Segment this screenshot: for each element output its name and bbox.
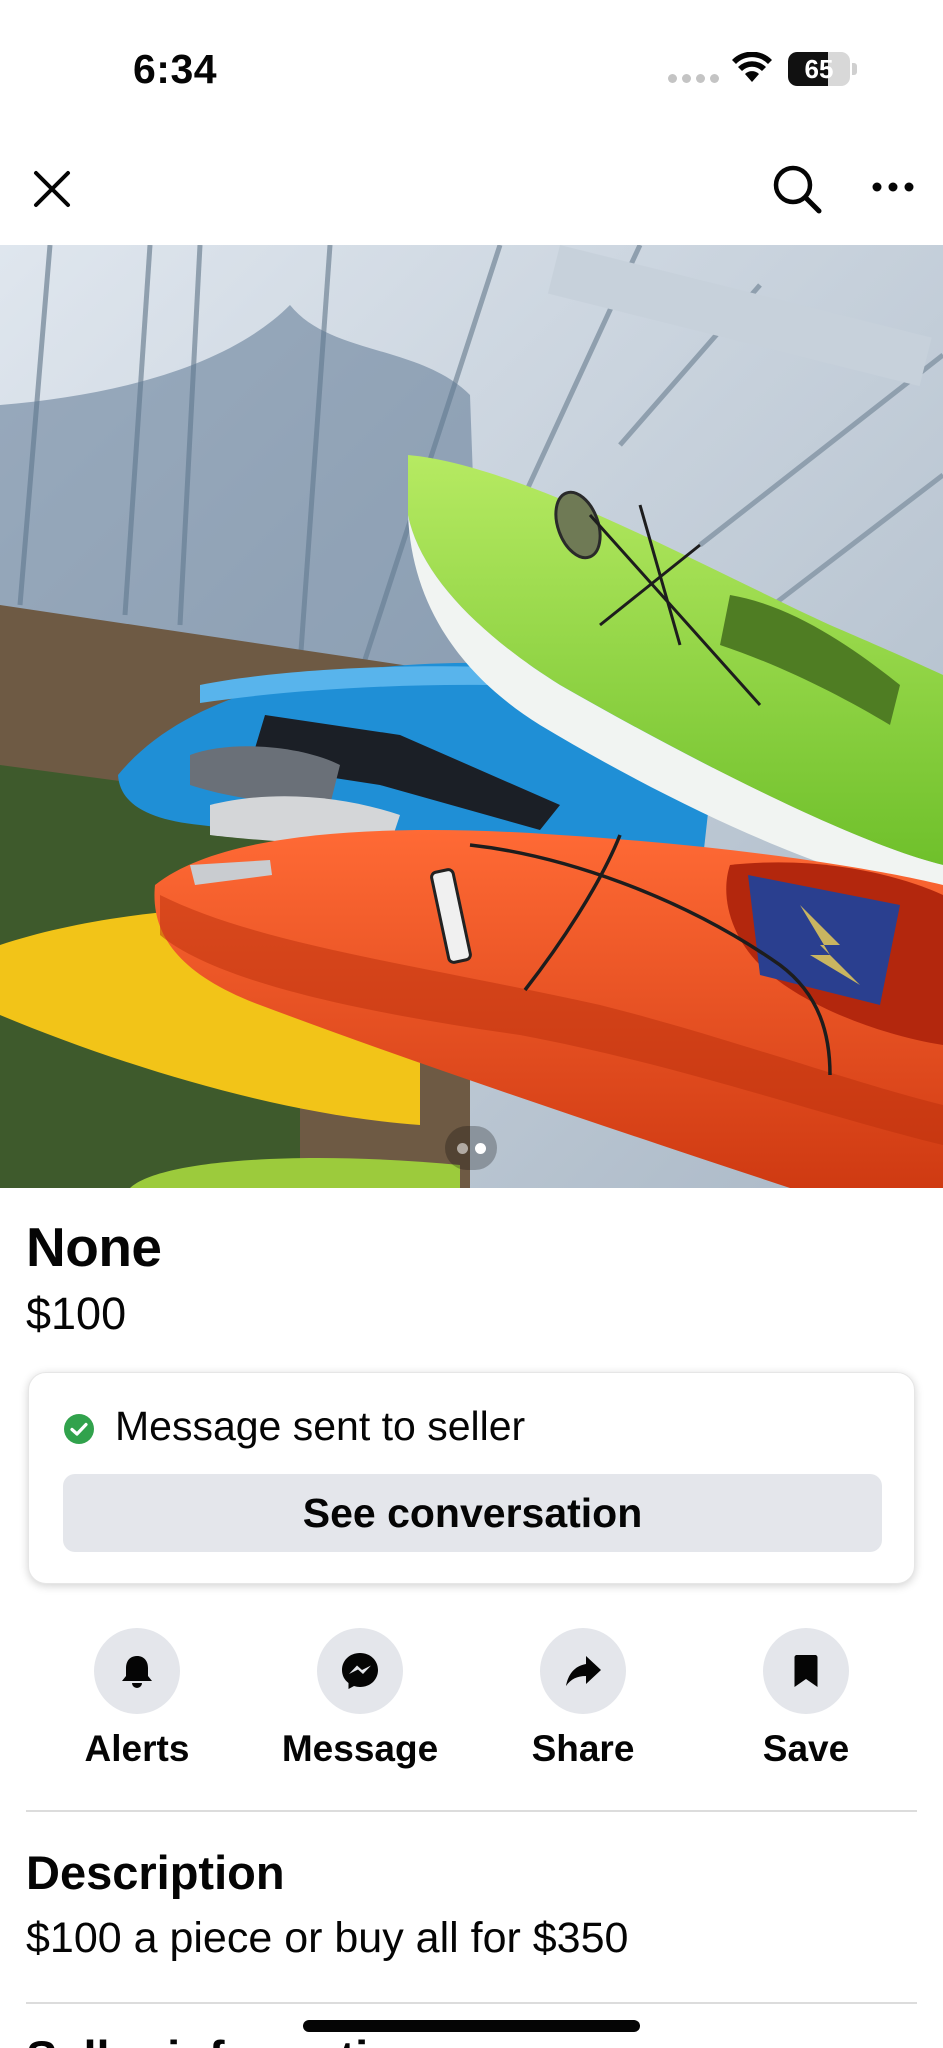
alerts-icon-circle[interactable]	[94, 1628, 180, 1714]
kayaks-photo-image	[0, 245, 943, 1188]
bell-icon	[122, 1656, 152, 1688]
listing-price: $100	[26, 1288, 127, 1339]
more-icon[interactable]	[868, 162, 918, 212]
share-label: Share	[531, 1728, 635, 1769]
battery-icon: 65	[788, 52, 858, 86]
wifi-icon	[732, 52, 772, 82]
divider	[26, 2002, 917, 2004]
messenger-icon	[342, 1653, 378, 1689]
share-button[interactable]: Share	[483, 1628, 683, 1770]
divider	[26, 1810, 917, 1812]
message-sent-text: Message sent to seller	[115, 1403, 526, 1449]
status-time: 6:34	[133, 46, 218, 92]
pager-dot-active	[474, 1142, 486, 1154]
message-sent-card: Message sent to seller See conversation	[28, 1372, 915, 1584]
battery-level: 65	[804, 54, 834, 84]
listing-photo[interactable]	[0, 245, 943, 1188]
description-heading: Description	[26, 1846, 285, 1899]
save-button[interactable]: Save	[706, 1628, 906, 1770]
status-bar: 6:34 65	[0, 0, 943, 130]
share-arrow-icon	[566, 1656, 601, 1686]
description-text: $100 a piece or buy all for $350	[26, 1914, 629, 1962]
seller-information-heading: Seller information	[26, 2030, 426, 2048]
message-icon-circle[interactable]	[317, 1628, 403, 1714]
signal-dots-icon	[668, 74, 719, 83]
alerts-button[interactable]: Alerts	[37, 1628, 237, 1770]
top-nav	[0, 140, 943, 245]
share-icon-circle[interactable]	[540, 1628, 626, 1714]
save-icon-circle[interactable]	[763, 1628, 849, 1714]
photo-pager[interactable]	[445, 1126, 497, 1170]
check-circle-icon	[64, 1414, 94, 1444]
see-conversation-button[interactable]: See conversation	[63, 1474, 882, 1552]
message-label: Message	[281, 1728, 439, 1769]
bookmark-icon	[794, 1655, 818, 1687]
close-icon[interactable]	[28, 165, 76, 213]
action-row: Alerts Message Share Save	[0, 1628, 943, 1778]
listing-title: None	[26, 1216, 162, 1278]
home-indicator[interactable]	[303, 2020, 640, 2032]
pager-dot	[456, 1142, 468, 1154]
alerts-label: Alerts	[84, 1728, 190, 1769]
search-icon[interactable]	[770, 162, 824, 216]
message-button[interactable]: Message	[260, 1628, 460, 1770]
save-label: Save	[762, 1728, 850, 1769]
